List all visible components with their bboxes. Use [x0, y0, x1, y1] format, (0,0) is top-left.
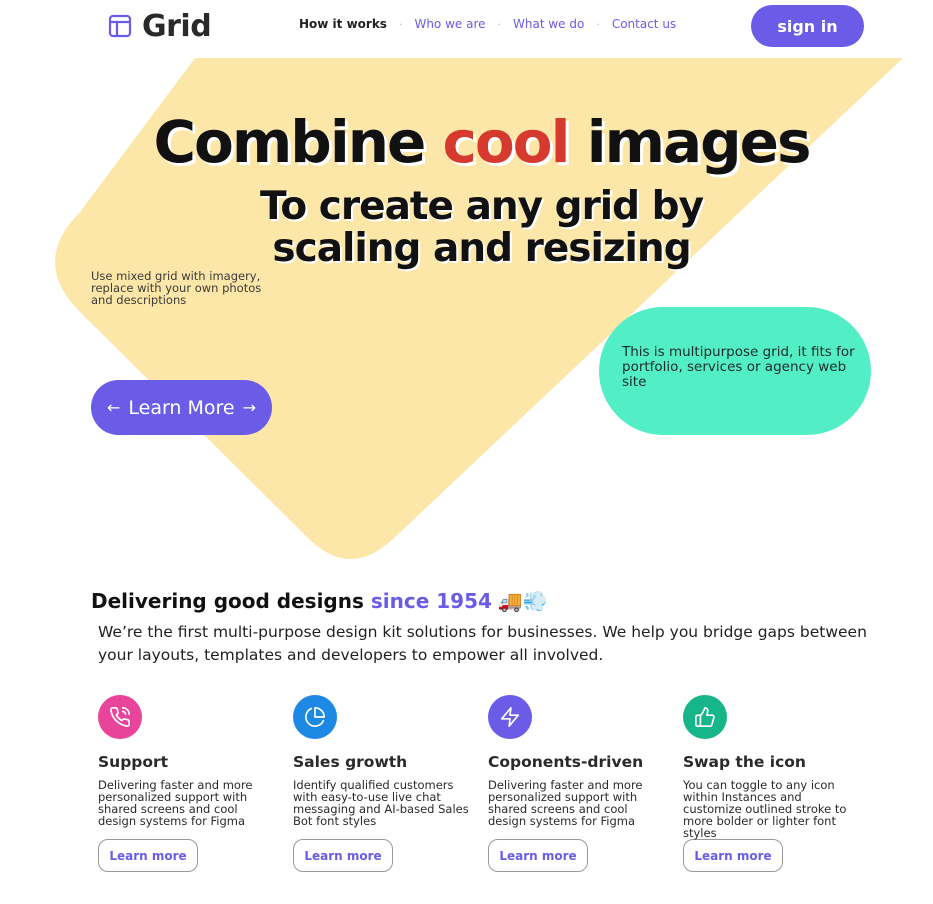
nav-separator: ·: [596, 17, 600, 31]
nav-who-we-are[interactable]: Who we are: [414, 17, 485, 31]
feature-description: You can toggle to any icon within Instan…: [683, 778, 847, 840]
phone-icon: [98, 695, 142, 739]
hero-title-end: images: [568, 108, 812, 176]
learn-more-button[interactable]: Learn more: [683, 839, 783, 872]
feature-card-sales-growth: Sales growth Identify qualified customer…: [293, 695, 473, 872]
feature-card-components-driven: Coponents-driven Delivering faster and m…: [488, 695, 668, 872]
hero-note: Use mixed grid with imagery, replace wit…: [91, 269, 262, 307]
feature-card-swap-the-icon: Swap the icon You can toggle to any icon…: [683, 695, 863, 872]
lightning-icon: [488, 695, 532, 739]
hero-subtitle-line2: scaling and resizing: [272, 226, 691, 271]
nav-what-we-do[interactable]: What we do: [513, 17, 584, 31]
hero-title-accent: cool: [442, 108, 571, 176]
section-description: We’re the first multi-purpose design kit…: [98, 623, 867, 664]
learn-more-label: Learn More: [128, 396, 235, 419]
main-nav: How it works · Who we are · What we do ·…: [299, 17, 676, 31]
nav-contact-us[interactable]: Contact us: [612, 17, 676, 31]
nav-separator: ·: [398, 17, 403, 31]
feature-title: Sales growth: [293, 753, 408, 771]
learn-more-button[interactable]: Learn more: [98, 839, 198, 872]
learn-more-button[interactable]: Learn more: [488, 839, 588, 872]
pie-chart-icon: [293, 695, 337, 739]
sign-in-button[interactable]: sign in: [751, 5, 864, 47]
layout-icon: [108, 14, 132, 38]
hero-subtitle: To create any grid by scaling and resizi…: [220, 186, 743, 270]
hero-title-start: Combine: [153, 108, 443, 176]
feature-description: Identify qualified customers with easy-t…: [293, 778, 469, 828]
thumbs-up-icon: [683, 695, 727, 739]
section-title: Delivering good designs since 1954 🚚💨: [91, 589, 548, 613]
feature-title: Swap the icon: [683, 753, 806, 771]
hero-title: Combine cool images: [0, 108, 933, 176]
info-pill-text: This is multipurpose grid, it fits for p…: [622, 344, 855, 390]
nav-how-it-works[interactable]: How it works: [299, 17, 387, 31]
feature-card-support: Support Delivering faster and more perso…: [98, 695, 278, 872]
hero-subtitle-line1: To create any grid by: [259, 184, 704, 229]
feature-description: Delivering faster and more personalized …: [488, 778, 643, 828]
truck-dash-emoji: 🚚💨: [497, 589, 548, 613]
learn-more-button[interactable]: Learn more: [293, 839, 393, 872]
arrow-right-icon: →: [242, 398, 257, 417]
feature-title: Support: [98, 753, 169, 771]
section-title-accent: since 1954: [370, 589, 492, 613]
feature-title: Coponents-driven: [488, 753, 644, 771]
learn-more-button[interactable]: ← Learn More →: [91, 380, 272, 435]
feature-description: Delivering faster and more personalized …: [98, 778, 253, 828]
logo[interactable]: Grid: [108, 8, 212, 44]
nav-separator: ·: [497, 17, 502, 31]
logo-text: Grid: [142, 8, 212, 44]
section-title-start: Delivering good designs: [91, 589, 371, 613]
arrow-left-icon: ←: [106, 398, 121, 417]
